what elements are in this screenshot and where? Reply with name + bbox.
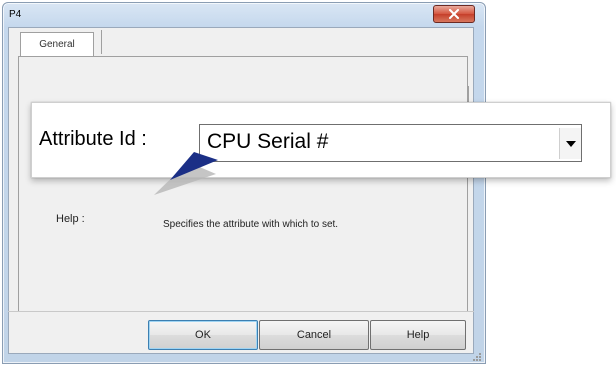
attribute-id-dropdown-button[interactable]: [559, 128, 581, 159]
cancel-button[interactable]: Cancel: [259, 320, 369, 350]
help-description: Specifies the attribute with which to se…: [163, 219, 339, 230]
button-area-divider: [8, 311, 474, 312]
help-button[interactable]: Help: [370, 320, 466, 350]
tab-panel: [18, 56, 468, 312]
chevron-down-icon: [565, 140, 576, 147]
tab-general[interactable]: General: [20, 32, 94, 56]
help-label: Help :: [56, 213, 85, 225]
ok-button[interactable]: OK: [148, 320, 258, 350]
panel-edge: [468, 86, 469, 102]
title-bar[interactable]: P4: [3, 3, 485, 29]
close-button[interactable]: [433, 5, 475, 23]
window-title: P4: [9, 9, 22, 20]
resize-grip-icon[interactable]: [472, 352, 482, 362]
tab-divider: [101, 30, 102, 54]
attribute-id-label: Attribute Id :: [39, 128, 147, 150]
close-icon: [449, 9, 459, 19]
attribute-id-value: CPU Serial #: [207, 130, 329, 153]
tab-general-label: General: [39, 39, 75, 50]
callout-arrow-icon: [154, 152, 218, 195]
